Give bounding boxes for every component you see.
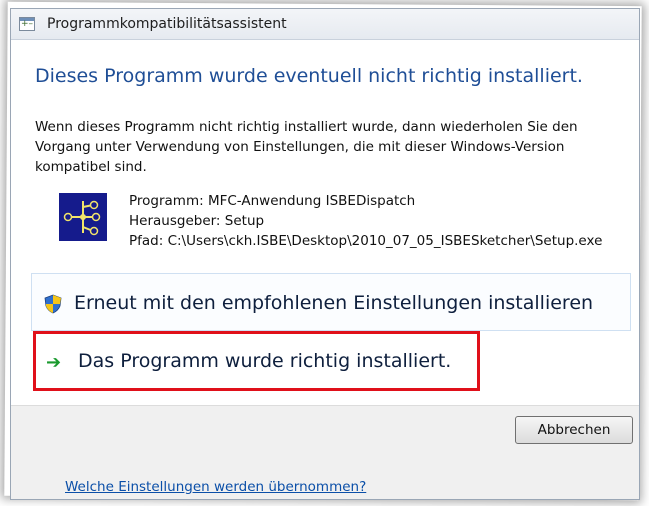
title-bar[interactable]: Programmkompatibilitätsassistent xyxy=(11,9,639,40)
program-publisher: Herausgeber: Setup xyxy=(129,213,265,229)
settings-help-link[interactable]: Welche Einstellungen werden übernommen? xyxy=(65,479,366,495)
screenshot-stage: Programmkompatibilitätsassistent Dieses … xyxy=(0,0,649,506)
cancel-button[interactable]: Abbrechen xyxy=(515,416,633,444)
program-path: Pfad: C:\Users\ckh.ISBE\Desktop\2010_07_… xyxy=(129,233,603,249)
green-arrow-icon: ➔ xyxy=(46,352,62,373)
content-text: Wenn dieses Programm nicht richtig insta… xyxy=(35,119,578,175)
installed-correctly-option[interactable]: ➔ Das Programm wurde richtig installiert… xyxy=(33,331,480,391)
compatibility-dialog: Programmkompatibilitätsassistent Dieses … xyxy=(10,8,640,500)
installed-correctly-label: Das Programm wurde richtig installiert. xyxy=(78,350,452,372)
window-title: Programmkompatibilitätsassistent xyxy=(47,16,287,32)
program-details: Programm: MFC-Anwendung ISBEDispatch Her… xyxy=(129,191,602,251)
button-bar: Abbrechen xyxy=(11,405,639,454)
reinstall-recommended-option[interactable]: Erneut mit den empfohlenen Einstellungen… xyxy=(31,273,631,331)
compat-assistant-icon xyxy=(19,17,35,31)
footnote-area: Welche Einstellungen werden übernommen? xyxy=(11,453,639,499)
network-diagram-icon xyxy=(59,193,107,241)
reinstall-option-label: Erneut mit den empfohlenen Einstellungen… xyxy=(74,292,594,314)
main-instruction: Dieses Programm wurde eventuell nicht ri… xyxy=(35,65,583,87)
uac-shield-icon xyxy=(44,294,62,314)
program-name: Programm: MFC-Anwendung ISBEDispatch xyxy=(129,193,416,209)
